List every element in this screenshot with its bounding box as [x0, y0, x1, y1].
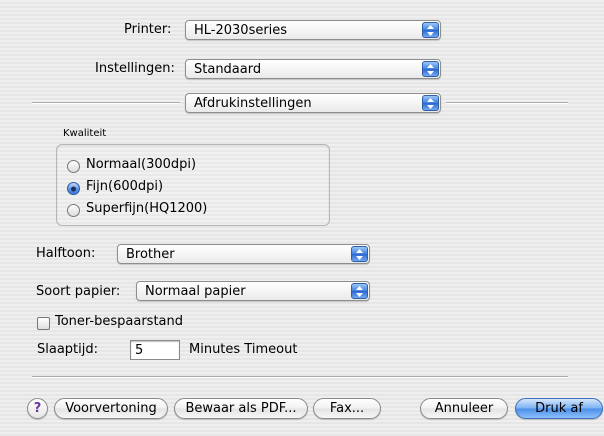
up-down-arrows-icon — [422, 95, 439, 111]
radio-normal[interactable] — [67, 160, 80, 173]
toner-save-checkbox[interactable] — [37, 317, 50, 330]
panel-popup[interactable]: Afdrukinstellingen — [185, 93, 441, 113]
separator-left — [32, 102, 180, 103]
halftone-popup[interactable]: Brother — [117, 244, 370, 264]
settings-popup[interactable]: Standaard — [185, 59, 441, 79]
cancel-button[interactable]: Annuleer — [420, 398, 508, 419]
preview-button[interactable]: Voorvertoning — [54, 398, 168, 419]
paper-type-popup-value: Normaal papier — [145, 284, 246, 299]
radio-normal-label[interactable]: Normaal(300dpi) — [86, 157, 196, 172]
toner-save-label[interactable]: Toner-bespaarstand — [55, 314, 183, 329]
sleep-unit: Minutes Timeout — [189, 342, 298, 357]
radio-fine[interactable] — [67, 182, 80, 195]
up-down-arrows-icon — [351, 283, 368, 299]
radio-superfine[interactable] — [67, 204, 80, 217]
help-button[interactable]: ? — [27, 398, 48, 419]
bottom-separator — [32, 376, 568, 377]
printer-popup-value: HL-2030series — [194, 23, 288, 38]
up-down-arrows-icon — [351, 246, 368, 262]
settings-popup-value: Standaard — [194, 62, 262, 77]
paper-type-label: Soort papier: — [36, 284, 121, 299]
printer-label: Printer: — [124, 22, 172, 37]
sleep-input[interactable]: 5 — [130, 340, 180, 360]
radio-superfine-label[interactable]: Superfijn(HQ1200) — [86, 201, 207, 216]
print-button[interactable]: Druk af — [515, 398, 603, 419]
up-down-arrows-icon — [422, 22, 439, 38]
quality-title: Kwaliteit — [63, 128, 107, 139]
separator-right — [446, 102, 568, 103]
save-pdf-button[interactable]: Bewaar als PDF... — [174, 398, 308, 419]
printer-popup[interactable]: HL-2030series — [185, 20, 441, 40]
up-down-arrows-icon — [422, 61, 439, 77]
sleep-label: Slaaptijd: — [37, 342, 99, 357]
paper-type-popup[interactable]: Normaal papier — [136, 281, 370, 301]
radio-fine-label[interactable]: Fijn(600dpi) — [86, 179, 163, 194]
halftone-label: Halftoon: — [36, 246, 96, 261]
halftone-popup-value: Brother — [126, 247, 175, 262]
panel-popup-value: Afdrukinstellingen — [194, 96, 312, 111]
fax-button[interactable]: Fax... — [313, 398, 381, 419]
settings-label: Instellingen: — [95, 61, 175, 76]
